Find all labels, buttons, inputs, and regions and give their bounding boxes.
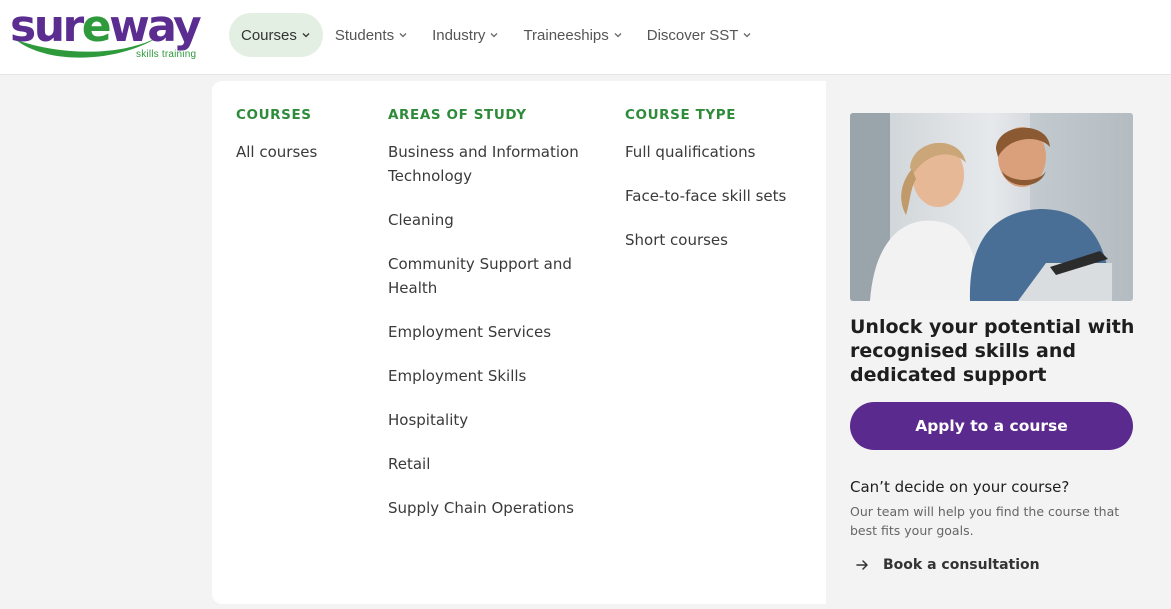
link-supply-chain-operations[interactable]: Supply Chain Operations	[388, 496, 574, 520]
site-header: sureway skills training Courses Students…	[0, 0, 1171, 75]
nav-discover-sst[interactable]: Discover SST	[635, 13, 765, 57]
link-retail[interactable]: Retail	[388, 452, 430, 476]
chevron-down-icon	[302, 33, 310, 38]
nav-traineeships-label: Traineeships	[523, 26, 609, 44]
link-business-it[interactable]: Business and Information Technology	[388, 140, 588, 188]
nav-courses[interactable]: Courses	[229, 13, 323, 57]
link-face-to-face-skill-sets[interactable]: Face-to-face skill sets	[625, 184, 786, 208]
link-employment-skills[interactable]: Employment Skills	[388, 364, 526, 388]
main-nav: Courses Students Industry Traineeships D…	[229, 13, 764, 57]
link-employment-services[interactable]: Employment Services	[388, 320, 551, 344]
chevron-down-icon	[614, 33, 622, 38]
logo-tagline: skills training	[136, 49, 197, 60]
nav-industry-label: Industry	[432, 26, 486, 44]
nav-students[interactable]: Students	[323, 13, 420, 57]
link-cleaning[interactable]: Cleaning	[388, 208, 454, 232]
cant-decide-description: Our team will help you find the course t…	[850, 504, 1120, 538]
sureway-logo[interactable]: sureway skills training	[10, 2, 222, 64]
promo-aside: Unlock your potential with recognised sk…	[826, 81, 1171, 604]
nav-students-label: Students	[334, 26, 395, 44]
photo-two-people-laptop-icon	[850, 113, 1133, 301]
nav-courses-label: Courses	[241, 26, 297, 44]
book-consultation-link[interactable]: Book a consultation	[856, 557, 1040, 573]
link-full-qualifications[interactable]: Full qualifications	[625, 140, 755, 164]
arrow-right-icon	[856, 560, 868, 570]
link-short-courses[interactable]: Short courses	[625, 228, 728, 252]
cant-decide-heading: Can’t decide on your course?	[850, 478, 1070, 496]
chevron-down-icon	[399, 33, 407, 38]
areas-of-study-heading: AREAS OF STUDY	[388, 107, 527, 123]
logo-wordmark: sureway	[10, 1, 202, 52]
courses-mega-menu: COURSES All courses AREAS OF STUDY Busin…	[212, 81, 1171, 604]
apply-to-course-button[interactable]: Apply to a course	[850, 402, 1133, 450]
book-consultation-label: Book a consultation	[883, 557, 1040, 573]
chevron-down-icon	[490, 33, 498, 38]
nav-industry[interactable]: Industry	[420, 13, 511, 57]
nav-discover-sst-label: Discover SST	[646, 26, 739, 44]
link-community-support-health[interactable]: Community Support and Health	[388, 252, 588, 300]
promo-title: Unlock your potential with recognised sk…	[850, 316, 1135, 386]
course-type-heading: COURSE TYPE	[625, 107, 737, 123]
link-all-courses[interactable]: All courses	[236, 140, 317, 164]
courses-heading: COURSES	[236, 107, 312, 123]
nav-traineeships[interactable]: Traineeships	[511, 13, 634, 57]
link-hospitality[interactable]: Hospitality	[388, 408, 468, 432]
promo-photo	[850, 113, 1133, 301]
chevron-down-icon	[743, 33, 751, 38]
